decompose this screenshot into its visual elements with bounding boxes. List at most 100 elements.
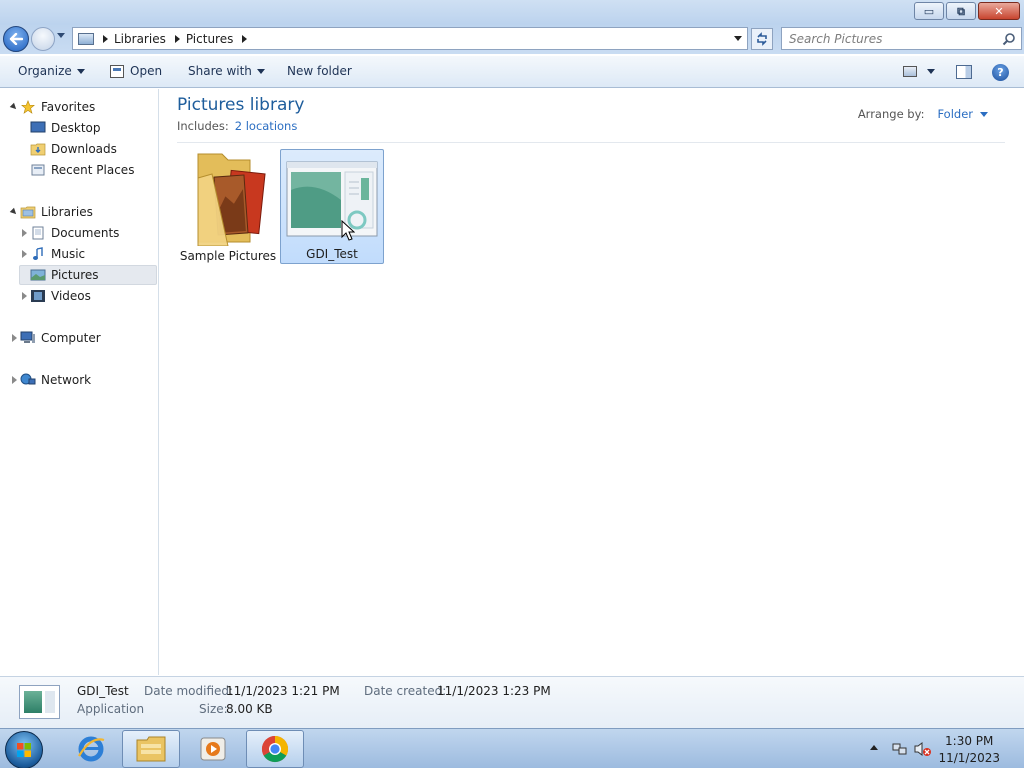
breadcrumb-libraries[interactable]: Libraries bbox=[114, 32, 166, 46]
minimize-button[interactable]: ▭ bbox=[914, 2, 944, 20]
nav-network-label: Network bbox=[41, 373, 92, 387]
nav-item-label: Videos bbox=[51, 289, 91, 303]
address-row: Libraries Pictures bbox=[0, 24, 1024, 54]
preview-pane-icon[interactable] bbox=[956, 65, 972, 79]
nav-item-pictures[interactable]: Pictures bbox=[19, 265, 157, 285]
file-name: GDI_Test bbox=[306, 247, 358, 261]
details-pane: GDI_Test Application Date modified: 11/1… bbox=[0, 676, 1024, 728]
windows-logo-icon bbox=[17, 743, 31, 757]
network-status-icon[interactable] bbox=[892, 741, 908, 757]
chrome-icon bbox=[261, 735, 289, 763]
recent-pages-dropdown[interactable] bbox=[57, 33, 65, 38]
close-button[interactable]: ✕ bbox=[978, 2, 1020, 20]
clock[interactable]: 1:30 PM 11/1/2023 bbox=[938, 733, 1000, 767]
nav-computer[interactable]: Computer bbox=[20, 328, 101, 348]
maximize-button[interactable]: ⧉ bbox=[946, 2, 976, 20]
show-hidden-icons-icon[interactable] bbox=[870, 745, 878, 750]
search-box[interactable] bbox=[781, 27, 1022, 50]
forward-button[interactable] bbox=[31, 27, 55, 51]
taskbar-media-player[interactable] bbox=[184, 730, 242, 768]
breadcrumb-separator-icon[interactable] bbox=[242, 34, 248, 43]
expand-arrow-icon[interactable] bbox=[12, 334, 17, 342]
expand-arrow-icon[interactable] bbox=[22, 250, 27, 258]
nav-favorites[interactable]: Favorites bbox=[20, 97, 95, 117]
back-arrow-icon bbox=[9, 33, 23, 45]
navigation-pane: Favorites Desktop Downloads Recent Place… bbox=[0, 89, 159, 675]
breadcrumb-pictures[interactable]: Pictures bbox=[186, 32, 234, 46]
back-button[interactable] bbox=[3, 26, 29, 52]
page-title: Pictures library bbox=[177, 95, 305, 115]
file-item-gdi-test[interactable]: GDI_Test bbox=[280, 149, 384, 264]
nav-item-documents[interactable]: Documents bbox=[30, 223, 119, 243]
title-bar: ▭ ⧉ ✕ bbox=[0, 0, 1024, 24]
computer-icon bbox=[20, 331, 35, 343]
media-player-icon bbox=[200, 737, 226, 761]
file-name: Sample Pictures bbox=[179, 249, 277, 263]
search-input[interactable] bbox=[782, 28, 992, 49]
nav-network[interactable]: Network bbox=[20, 370, 91, 390]
command-bar: Organize Open Share with New folder ? bbox=[0, 56, 1024, 88]
date-modified-value: 11/1/2023 1:21 PM bbox=[226, 684, 340, 698]
nav-item-recent-places[interactable]: Recent Places bbox=[30, 160, 134, 180]
expand-arrow-icon[interactable] bbox=[9, 207, 19, 217]
taskbar-internet-explorer[interactable] bbox=[62, 730, 120, 768]
locations-link[interactable]: 2 locations bbox=[235, 119, 298, 133]
arrange-by-dropdown[interactable]: Folder bbox=[937, 107, 988, 121]
nav-item-label: Documents bbox=[51, 226, 120, 240]
pictures-icon bbox=[30, 269, 46, 281]
views-dropdown-icon[interactable] bbox=[927, 69, 935, 74]
recent-places-icon bbox=[31, 164, 45, 176]
help-icon[interactable]: ? bbox=[992, 64, 1009, 81]
expand-arrow-icon[interactable] bbox=[9, 102, 19, 112]
details-file-type: Application bbox=[77, 702, 145, 716]
size-value: 8.00 KB bbox=[226, 702, 273, 716]
taskbar: 1:30 PM 11/1/2023 bbox=[0, 728, 1024, 768]
divider bbox=[177, 142, 1005, 143]
internet-explorer-icon bbox=[78, 736, 105, 762]
search-icon[interactable] bbox=[1002, 32, 1016, 46]
address-dropdown-icon[interactable] bbox=[734, 36, 742, 41]
share-with-button[interactable]: Share with bbox=[188, 64, 265, 78]
folder-icon bbox=[197, 153, 266, 246]
nav-libraries[interactable]: Libraries bbox=[20, 202, 93, 222]
volume-muted-icon[interactable] bbox=[914, 741, 932, 757]
nav-item-music[interactable]: Music bbox=[30, 244, 85, 264]
breadcrumb-separator-icon[interactable] bbox=[174, 34, 180, 43]
start-button[interactable] bbox=[5, 731, 43, 768]
nav-item-videos[interactable]: Videos bbox=[30, 286, 91, 306]
nav-item-label: Downloads bbox=[51, 142, 117, 156]
clock-time: 1:30 PM bbox=[945, 734, 994, 748]
open-button[interactable]: Open bbox=[110, 64, 162, 78]
new-folder-button[interactable]: New folder bbox=[287, 64, 352, 78]
arrange-by-label: Arrange by: bbox=[857, 107, 925, 121]
date-created-value: 11/1/2023 1:23 PM bbox=[437, 684, 551, 698]
nav-item-desktop[interactable]: Desktop bbox=[30, 118, 101, 138]
videos-icon bbox=[31, 290, 45, 302]
address-bar[interactable]: Libraries Pictures bbox=[72, 27, 748, 50]
expand-arrow-icon[interactable] bbox=[22, 229, 27, 237]
details-file-name: GDI_Test bbox=[77, 684, 129, 698]
file-item-sample-pictures[interactable]: Sample Pictures bbox=[176, 150, 280, 265]
share-with-label: Share with bbox=[188, 64, 252, 78]
expand-arrow-icon[interactable] bbox=[22, 292, 27, 300]
restore-icon: ⧉ bbox=[957, 4, 965, 18]
chevron-down-icon bbox=[256, 68, 265, 74]
change-view-icon[interactable] bbox=[903, 66, 917, 77]
date-created-label: Date created: bbox=[364, 684, 447, 698]
taskbar-chrome[interactable] bbox=[246, 730, 304, 768]
network-icon bbox=[20, 373, 36, 385]
expand-arrow-icon[interactable] bbox=[12, 376, 17, 384]
minimize-icon: ▭ bbox=[923, 4, 935, 18]
open-label: Open bbox=[130, 64, 163, 78]
nav-libraries-label: Libraries bbox=[41, 205, 93, 219]
nav-item-label: Desktop bbox=[51, 121, 101, 135]
breadcrumb-separator-icon[interactable] bbox=[103, 34, 108, 43]
refresh-button[interactable] bbox=[751, 28, 773, 50]
includes-label: Includes: bbox=[177, 119, 229, 133]
organize-button[interactable]: Organize bbox=[18, 64, 85, 78]
library-includes: Includes: 2 locations bbox=[177, 119, 297, 133]
content-pane: Pictures library Includes: 2 locations Ar… bbox=[160, 89, 1024, 675]
taskbar-windows-explorer[interactable] bbox=[122, 730, 180, 768]
documents-icon bbox=[32, 226, 44, 240]
nav-item-downloads[interactable]: Downloads bbox=[30, 139, 117, 159]
